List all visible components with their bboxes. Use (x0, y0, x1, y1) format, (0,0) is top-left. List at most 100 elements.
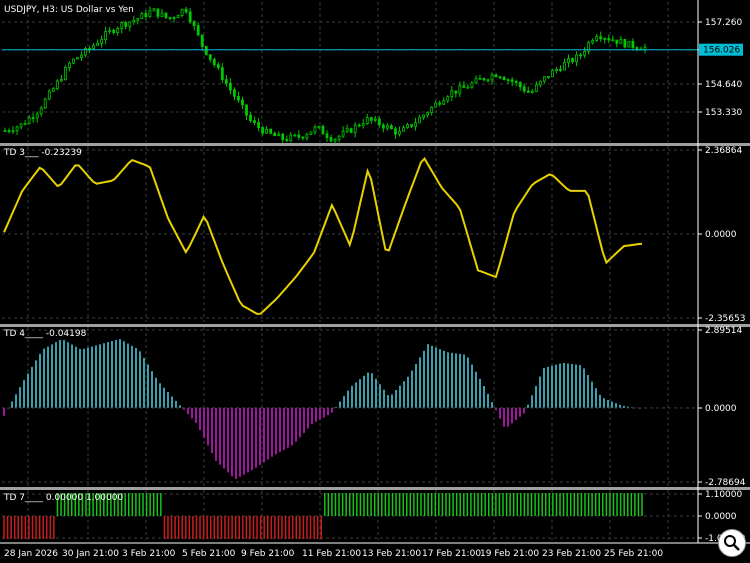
price-candle (277, 133, 281, 137)
price-candle (253, 120, 256, 123)
price-candle (349, 128, 353, 133)
price-candle (100, 39, 104, 44)
price-candle (132, 19, 136, 23)
price-candle (514, 81, 518, 83)
time-label: 9 Feb 21:00 (241, 549, 295, 559)
price-candle (325, 133, 329, 138)
price-candle (144, 13, 148, 17)
price-candle (530, 90, 534, 93)
price-candle (482, 77, 486, 81)
price-candle (31, 117, 35, 120)
price-candle (434, 102, 438, 108)
price-candle (116, 28, 120, 33)
price-candle (627, 40, 631, 48)
time-label: 23 Feb 21:00 (542, 549, 601, 559)
price-candle (204, 45, 208, 56)
price-candle (281, 133, 285, 140)
price-candle (112, 29, 116, 33)
price-candle (148, 10, 152, 17)
chart-canvas[interactable]: 157.260155.950154.640153.3302.368640.000… (0, 0, 750, 563)
price-candle (599, 36, 603, 40)
price-candle (369, 117, 373, 121)
price-candle (301, 136, 305, 139)
price-candle (635, 47, 639, 50)
price-candle (333, 138, 337, 142)
price-candle (261, 127, 265, 134)
price-candle (317, 125, 321, 128)
price-candle (237, 96, 240, 101)
price-candle (502, 77, 506, 81)
price-candle (385, 125, 389, 129)
panel-separator[interactable] (0, 324, 750, 327)
price-candle (337, 135, 341, 140)
price-candle (289, 134, 293, 141)
price-candle (160, 12, 164, 17)
price-candle (619, 39, 623, 44)
price-candle (571, 58, 574, 63)
zoom-icon[interactable] (718, 529, 746, 557)
price-candle (377, 118, 381, 126)
price-candle (63, 67, 67, 80)
axis-label: 2.36864 (705, 146, 742, 156)
price-candle (168, 17, 172, 19)
price-candle (365, 117, 369, 124)
price-candle (285, 139, 289, 141)
price-candle (603, 37, 607, 40)
price-candle (446, 96, 450, 102)
panel-separator[interactable] (0, 487, 750, 490)
panel-separator[interactable] (0, 143, 750, 146)
price-candle (394, 128, 397, 135)
price-candle (233, 89, 236, 97)
price-candle (208, 54, 212, 60)
price-candle (438, 102, 442, 105)
price-candle (373, 118, 377, 121)
price-candle (623, 39, 627, 48)
price-candle (184, 8, 188, 13)
price-candle (353, 124, 357, 133)
price-candle (92, 44, 95, 49)
price-candle (506, 79, 510, 82)
time-label: 30 Jan 21:00 (62, 549, 119, 559)
price-candle (140, 13, 144, 19)
price-candle (152, 8, 156, 12)
price-candle (341, 130, 345, 137)
price-candle (43, 98, 47, 109)
axis-label: 1.10000 (705, 490, 742, 500)
price-candle (224, 79, 228, 84)
time-label: 11 Feb 21:00 (302, 549, 361, 559)
price-candle (220, 67, 224, 80)
price-candle (124, 22, 128, 27)
price-candle (47, 90, 51, 100)
price-candle (3, 130, 7, 132)
price-candle (567, 58, 570, 64)
axis-label: 0.0000 (705, 230, 737, 240)
price-candle (398, 130, 401, 135)
price-candle (595, 36, 599, 42)
price-candle (490, 74, 494, 81)
price-candle (607, 37, 611, 41)
price-candle (430, 106, 434, 113)
price-candle (180, 8, 184, 16)
price-candle (494, 74, 498, 78)
price-candle (410, 124, 413, 127)
axis-label: 153.330 (705, 108, 742, 118)
price-candle (583, 50, 587, 56)
price-candle (357, 124, 361, 127)
price-candle (96, 42, 99, 46)
price-candle (615, 39, 619, 44)
price-candle (108, 29, 112, 32)
price-candle (381, 124, 385, 129)
price-candle (466, 86, 470, 89)
price-candle (406, 124, 409, 128)
price-candle (68, 62, 71, 68)
price-candle (458, 85, 462, 94)
price-candle (361, 123, 365, 126)
price-candle (321, 125, 325, 135)
price-candle (538, 80, 542, 86)
price-candle (104, 31, 108, 40)
price-candle (402, 127, 405, 132)
price-candle (188, 11, 192, 23)
axis-label: 0.0000 (705, 404, 737, 414)
price-candle (631, 40, 635, 48)
price-candle (526, 90, 530, 93)
